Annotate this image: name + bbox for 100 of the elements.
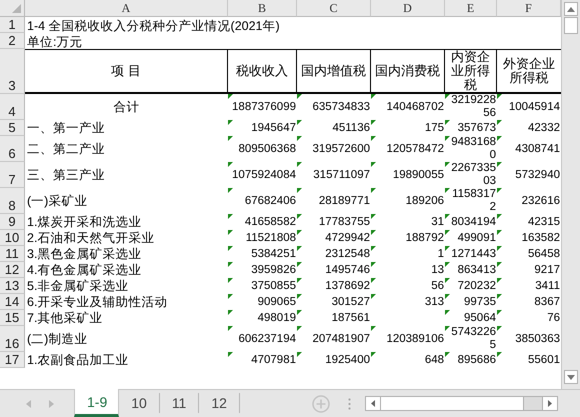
select-all-button[interactable]	[0, 0, 25, 17]
scroll-thumb[interactable]	[564, 17, 578, 34]
column-header[interactable]: D	[371, 0, 445, 17]
sheet-tab[interactable]: 11	[160, 393, 200, 413]
table-cell: 720232	[445, 278, 497, 294]
row-header[interactable]: 8	[0, 188, 25, 214]
column-header[interactable]: F	[497, 0, 561, 17]
scroll-left-icon[interactable]	[371, 400, 375, 407]
corner-triangle-icon	[445, 294, 450, 299]
corner-triangle-icon	[497, 188, 502, 193]
next-sheet-icon[interactable]	[49, 400, 54, 408]
corner-triangle-icon	[228, 188, 233, 193]
column-header[interactable]: A	[25, 0, 228, 17]
corner-triangle-icon	[497, 94, 502, 99]
previous-sheet-icon[interactable]	[26, 400, 31, 408]
table-cell: 140468702	[371, 94, 445, 120]
corner-triangle-icon	[497, 352, 502, 357]
table-cell-text: 三、第三产业	[26, 166, 106, 184]
row-header[interactable]: 9	[0, 214, 25, 230]
corner-triangle-icon	[371, 214, 376, 219]
table-cell: 120578472	[371, 136, 445, 162]
corner-triangle-icon	[297, 278, 302, 283]
table-cell: 95064	[445, 310, 497, 326]
corner-triangle-icon	[297, 136, 302, 141]
corner-triangle-icon	[497, 230, 502, 235]
unit-label: 单位:万元	[26, 34, 84, 49]
table-title: 1-4 全国税收收入分税种分产业情况(2021年)	[26, 18, 281, 33]
row-header[interactable]: 2	[0, 33, 25, 49]
table-cell: 3959826	[228, 262, 297, 278]
row-header[interactable]: 15	[0, 310, 25, 326]
corner-triangle-icon	[371, 120, 376, 125]
corner-triangle-icon	[297, 214, 302, 219]
corner-triangle-icon	[228, 294, 233, 299]
table-cell: 67682406	[228, 188, 297, 214]
column-heading: 税收收入	[228, 49, 297, 94]
table-cell: 1075924084	[228, 162, 297, 188]
row-header[interactable]: 12	[0, 262, 25, 278]
corner-triangle-icon	[497, 310, 502, 315]
row-header[interactable]: 10	[0, 230, 25, 246]
down-arrow-icon	[567, 374, 575, 380]
corner-triangle-icon	[445, 326, 450, 331]
column-header[interactable]: E	[445, 0, 497, 17]
table-cell: 56	[371, 278, 445, 294]
sheet-tab[interactable]: 10	[119, 393, 160, 413]
row-header[interactable]: 14	[0, 294, 25, 310]
table-cell: 5384251	[228, 246, 297, 262]
table-cell: 189206	[371, 188, 445, 214]
table-cell: 863413	[445, 262, 497, 278]
corner-triangle-icon	[497, 136, 502, 141]
corner-triangle-icon	[228, 94, 233, 99]
row-header[interactable]: 4	[0, 94, 25, 120]
table-cell-text: 5.非金属矿采选业	[26, 278, 130, 294]
table-cell: 120389106	[371, 326, 445, 352]
corner-triangle-icon	[371, 136, 376, 141]
table-cell: 41658582	[228, 214, 297, 230]
row-header[interactable]: 3	[0, 49, 25, 94]
table-cell: 99735	[445, 294, 497, 310]
row-header[interactable]: 11	[0, 246, 25, 262]
add-sheet-icon[interactable]	[312, 394, 330, 412]
table-cell: 809506368	[228, 136, 297, 162]
column-heading: 国内增值税	[297, 49, 371, 94]
table-cell: 1	[371, 246, 445, 262]
corner-triangle-icon	[445, 136, 450, 141]
table-cell: 648	[371, 352, 445, 368]
corner-triangle-icon	[297, 352, 302, 357]
corner-triangle-icon	[497, 120, 502, 125]
row-header[interactable]: 5	[0, 120, 25, 136]
corner-triangle-icon	[497, 162, 502, 167]
row-header[interactable]: 1	[0, 17, 25, 33]
row-header[interactable]: 13	[0, 278, 25, 294]
sheet-tab[interactable]: 12	[199, 393, 240, 413]
corner-triangle-icon	[297, 310, 302, 315]
scroll-down-button[interactable]	[564, 370, 578, 384]
row-header[interactable]: 7	[0, 162, 25, 188]
row-header[interactable]: 16	[0, 326, 25, 352]
splitter-handle-icon[interactable]	[348, 398, 351, 410]
column-header[interactable]: B	[228, 0, 297, 17]
table-cell: 1925400	[297, 352, 371, 368]
column-header[interactable]: C	[297, 0, 371, 17]
corner-triangle-icon	[297, 94, 302, 99]
table-cell-text: 一、第一产业	[26, 120, 106, 136]
corner-triangle-icon	[297, 230, 302, 235]
table-cell-text: 4.有色金属矿采选业	[26, 262, 142, 278]
table-cell-text: 1.农副食品加工业	[26, 352, 130, 368]
table-cell: 1378692	[297, 278, 371, 294]
corner-triangle-icon	[371, 326, 376, 331]
table-cell: 76	[497, 310, 561, 326]
table-cell: 94831680	[445, 136, 497, 162]
row-header[interactable]: 17	[0, 352, 25, 368]
scroll-right-icon[interactable]	[548, 400, 552, 407]
scroll-up-button[interactable]	[564, 2, 578, 16]
sheet-tab[interactable]: 1-9	[74, 389, 120, 417]
row-header[interactable]: 6	[0, 136, 25, 162]
column-heading: 内资企业所得税	[445, 49, 497, 94]
table-cell: 19890055	[371, 162, 445, 188]
column-heading: 项 目	[25, 49, 228, 94]
table-cell: 13	[371, 262, 445, 278]
corner-triangle-icon	[497, 262, 502, 267]
horizontal-scrollbar[interactable]	[365, 396, 558, 411]
corner-triangle-icon	[228, 278, 233, 283]
